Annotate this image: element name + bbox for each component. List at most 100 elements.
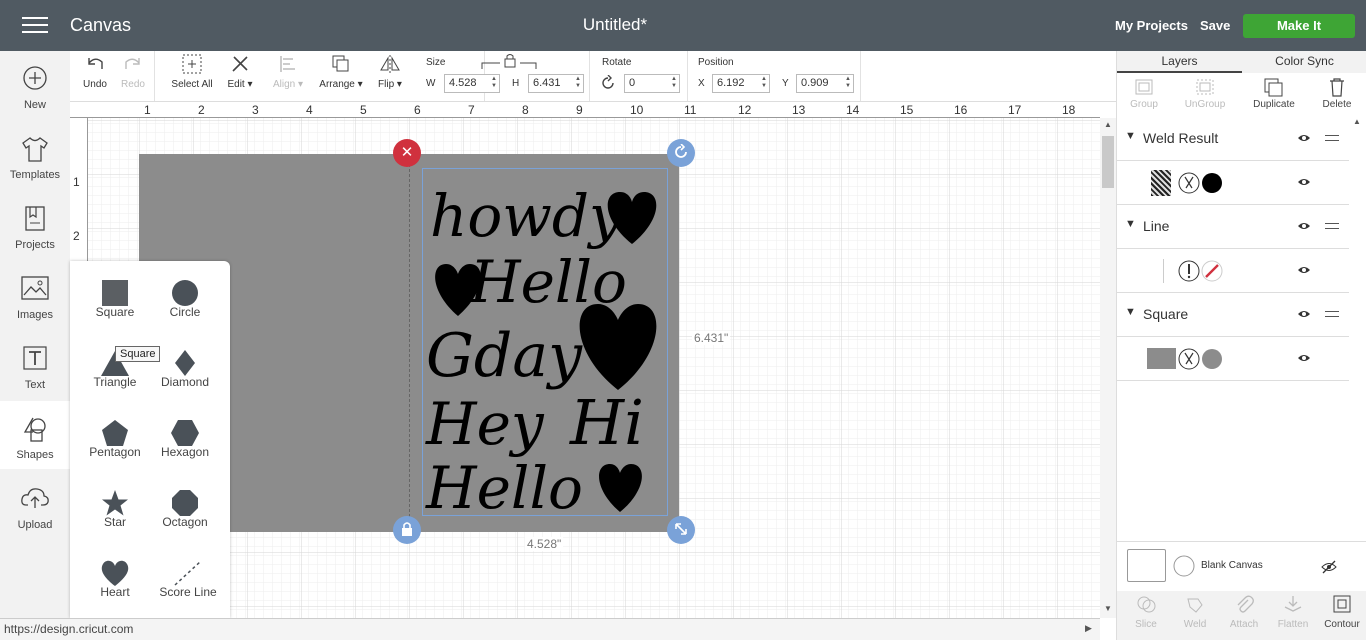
delete-button[interactable]: Delete — [1306, 77, 1366, 110]
shape-hexagon[interactable]: Hexagon — [145, 401, 225, 471]
drag-handle-icon[interactable] — [1325, 223, 1339, 233]
blank-canvas-swatch[interactable] — [1127, 549, 1166, 582]
shape-triangle[interactable]: Triangle — [75, 331, 155, 401]
contour-button[interactable]: Contour — [1317, 593, 1366, 630]
sidebar-item-images[interactable]: Images — [0, 261, 70, 329]
panel-scrollbar[interactable]: ▲ ▼ — [1349, 117, 1366, 614]
shape-heart[interactable]: Heart — [75, 541, 155, 611]
height-dimension-label: 6.431" — [692, 331, 731, 345]
drag-handle-icon[interactable] — [1325, 311, 1339, 321]
select-all-button[interactable]: Select All — [167, 51, 217, 101]
arrange-menu-button[interactable]: Arrange ▾ — [315, 51, 367, 101]
flatten-button[interactable]: Flatten — [1268, 593, 1318, 630]
eye-icon[interactable] — [1297, 353, 1311, 363]
height-input[interactable]: 6.431 ▲ ▼ — [528, 74, 584, 93]
weld-result-thumbnail — [1151, 170, 1171, 196]
shape-diamond[interactable]: Diamond — [145, 331, 225, 401]
layer-group-weld-result[interactable]: ▼ Weld Result — [1117, 117, 1349, 161]
shape-circle[interactable]: Circle — [145, 261, 225, 331]
lock-icon — [402, 522, 412, 536]
scrollbar-thumb[interactable] — [1102, 136, 1114, 188]
layer-row-weld-result[interactable] — [1117, 161, 1349, 205]
align-menu-button[interactable]: Align ▾ — [268, 51, 308, 101]
scroll-right-icon[interactable]: ▶ — [1085, 623, 1092, 634]
shape-star[interactable]: Star — [75, 471, 155, 541]
layer-group-square[interactable]: ▼ Square — [1117, 293, 1349, 337]
arrange-icon — [315, 51, 367, 79]
document-title[interactable]: Untitled* — [0, 15, 1230, 35]
circle-icon — [145, 261, 225, 306]
width-input[interactable]: 4.528 ▲ ▼ — [444, 74, 500, 93]
layer-actions: Slice Weld Attach Flatten Contour — [1117, 591, 1366, 640]
eye-icon[interactable] — [1297, 265, 1311, 275]
flip-menu-button[interactable]: Flip ▾ — [373, 51, 407, 101]
color-swatch[interactable] — [1201, 172, 1223, 194]
undo-button[interactable]: Undo — [78, 51, 112, 101]
sidebar-item-text[interactable]: Text — [0, 331, 70, 399]
width-dimension-label: 4.528" — [525, 537, 564, 551]
attach-button[interactable]: Attach — [1219, 593, 1269, 630]
no-color-swatch[interactable] — [1201, 260, 1223, 282]
scroll-down-icon[interactable]: ▼ — [1104, 604, 1112, 613]
eye-icon[interactable] — [1297, 177, 1311, 187]
duplicate-button[interactable]: Duplicate — [1243, 77, 1305, 110]
shape-octagon[interactable]: Octagon — [145, 471, 225, 541]
sidebar-item-projects[interactable]: Projects — [0, 191, 70, 259]
make-it-button[interactable]: Make It — [1243, 14, 1355, 38]
weld-button[interactable]: Weld — [1170, 593, 1220, 630]
tab-color-sync[interactable]: Color Sync — [1242, 54, 1366, 68]
canvas-color-swatch[interactable] — [1173, 555, 1195, 577]
drag-handle-icon[interactable] — [1325, 135, 1339, 145]
layer-row-square[interactable] — [1117, 337, 1349, 381]
lock-icon[interactable] — [480, 53, 540, 71]
edit-menu-button[interactable]: Edit ▾ — [221, 51, 259, 101]
scroll-up-icon[interactable]: ▲ — [1104, 120, 1112, 129]
delete-handle[interactable]: ✕ — [393, 139, 421, 167]
caret-down-icon[interactable]: ▼ — [1125, 306, 1136, 318]
eye-hidden-icon[interactable] — [1321, 560, 1337, 574]
paperclip-icon — [1219, 593, 1269, 619]
text-icon — [0, 331, 70, 379]
blank-canvas-row[interactable]: Blank Canvas — [1117, 541, 1366, 591]
lock-handle[interactable] — [393, 516, 421, 544]
shape-square[interactable]: Square — [75, 261, 155, 331]
resize-handle[interactable] — [667, 516, 695, 544]
cut-scissors-icon[interactable] — [1178, 172, 1200, 194]
canvas-vertical-scrollbar[interactable]: ▲ ▼ — [1100, 118, 1116, 618]
my-projects-link[interactable]: My Projects — [1115, 18, 1188, 33]
sidebar-item-templates[interactable]: Templates — [0, 121, 70, 189]
caret-down-icon[interactable]: ▼ — [1125, 130, 1136, 142]
x-position-input[interactable]: 6.192 ▲ ▼ — [712, 74, 770, 93]
layer-group-line[interactable]: ▼ Line — [1117, 205, 1349, 249]
sidebar-item-shapes[interactable]: Shapes — [0, 401, 70, 469]
ungroup-button[interactable]: UnGroup — [1174, 77, 1236, 110]
group-icon — [1113, 77, 1175, 99]
edit-icon — [221, 51, 259, 79]
scroll-up-icon[interactable]: ▲ — [1353, 117, 1361, 126]
y-position-input[interactable]: 0.909 ▲ ▼ — [796, 74, 854, 93]
shape-score-line[interactable]: Score Line — [148, 541, 228, 611]
eye-icon[interactable] — [1297, 309, 1311, 319]
redo-button[interactable]: Redo — [116, 51, 150, 101]
rotate-input[interactable]: 0 ▲ ▼ — [624, 74, 680, 93]
color-swatch[interactable] — [1201, 348, 1223, 370]
layer-row-line[interactable] — [1117, 249, 1349, 293]
sidebar-item-upload[interactable]: Upload — [0, 471, 70, 539]
ungroup-icon — [1174, 77, 1236, 99]
rotate-handle[interactable] — [667, 139, 695, 167]
save-button[interactable]: Save — [1200, 18, 1230, 33]
eye-icon[interactable] — [1297, 221, 1311, 231]
sidebar-item-new[interactable]: New — [0, 51, 70, 119]
group-button[interactable]: Group — [1113, 77, 1175, 110]
cut-scissors-icon[interactable] — [1178, 348, 1200, 370]
shape-pentagon[interactable]: Pentagon — [75, 401, 155, 471]
slice-button[interactable]: Slice — [1121, 593, 1171, 630]
close-icon: ✕ — [400, 144, 414, 161]
position-group: Position X 6.192 ▲ ▼ Y 0.909 ▲ ▼ — [688, 51, 861, 101]
rotate-icon — [602, 75, 614, 89]
caret-down-icon[interactable]: ▼ — [1125, 218, 1136, 230]
tab-layers[interactable]: Layers — [1117, 54, 1242, 73]
score-icon[interactable] — [1178, 260, 1200, 282]
square-thumbnail — [1147, 348, 1176, 369]
eye-icon[interactable] — [1297, 133, 1311, 143]
